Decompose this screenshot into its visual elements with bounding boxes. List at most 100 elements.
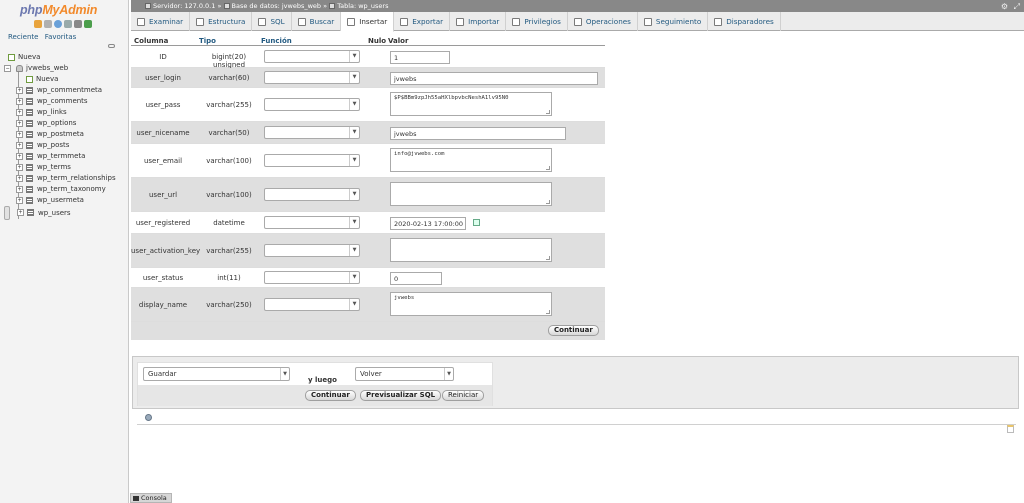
tab-triggers[interactable]: Disparadores (708, 12, 781, 31)
resize-grip-icon[interactable] (546, 256, 550, 260)
breadcrumb-server[interactable]: Servidor: 127.0.0.1 (153, 2, 215, 10)
recent-tab[interactable]: Reciente (8, 33, 38, 41)
resize-grip-icon[interactable] (546, 166, 550, 170)
value-input[interactable] (390, 238, 552, 262)
console-toggle[interactable]: Consola (130, 493, 172, 503)
tab-privileges[interactable]: Privilegios (506, 12, 568, 31)
tab-tracking[interactable]: Seguimiento (638, 12, 709, 31)
collapse-icon[interactable]: − (4, 65, 11, 72)
continue-button[interactable]: Continuar (548, 325, 599, 336)
value-input[interactable] (390, 182, 552, 206)
expand-icon[interactable]: + (16, 153, 23, 160)
chevron-down-icon: ▼ (349, 299, 359, 310)
calendar-icon[interactable] (473, 219, 480, 226)
resize-grip-icon[interactable] (546, 110, 550, 114)
function-select[interactable]: ▼ (264, 271, 360, 284)
function-select[interactable]: ▼ (264, 244, 360, 257)
function-select[interactable]: ▼ (264, 216, 360, 229)
tab-structure[interactable]: Estructura (190, 12, 253, 31)
server-icon (145, 3, 151, 9)
header-function[interactable]: Función (261, 37, 292, 45)
tab-insert[interactable]: Insertar (341, 12, 395, 32)
value-input[interactable]: info@jvwebs.com (390, 148, 552, 172)
tab-sql[interactable]: SQL (252, 12, 292, 31)
logout-icon[interactable] (44, 20, 52, 28)
tab-label: Examinar (149, 17, 184, 26)
expand-icon[interactable]: + (16, 98, 23, 105)
tab-export[interactable]: Exportar (394, 12, 451, 31)
resize-grip-icon[interactable] (546, 200, 550, 204)
function-select[interactable]: ▼ (264, 126, 360, 139)
insert-row-display-name: display_name varchar(250) ▼ jvwebs (131, 288, 605, 322)
tab-import[interactable]: Importar (450, 12, 507, 31)
settings-icon[interactable] (74, 20, 82, 28)
function-select[interactable]: ▼ (264, 188, 360, 201)
expand-icon[interactable]: + (16, 87, 23, 94)
tab-operations[interactable]: Operaciones (568, 12, 638, 31)
tree-table-wp-postmeta[interactable]: + wp_postmeta (4, 129, 128, 140)
sql-query-icon[interactable] (1007, 425, 1014, 433)
insert-row-user-nicename: user_nicename varchar(50) ▼ jvwebs (131, 122, 605, 144)
help-icon[interactable] (145, 414, 152, 421)
expand-icon[interactable]: + (16, 131, 23, 138)
value-input[interactable]: jvwebs (390, 72, 598, 85)
preview-sql-button[interactable]: Previsualizar SQL (360, 390, 442, 401)
expand-icon[interactable]: + (17, 209, 24, 216)
tree-table-wp-terms[interactable]: + wp_terms (4, 162, 128, 173)
tree-table-wp-posts[interactable]: + wp_posts (4, 140, 128, 151)
expand-icon[interactable]: + (16, 175, 23, 182)
after-action-select[interactable]: Volver ▼ (355, 367, 454, 381)
resize-grip-icon[interactable] (546, 310, 550, 314)
home-icon[interactable] (34, 20, 42, 28)
phpmyadmin-logo[interactable]: phpMyAdmin (20, 3, 97, 17)
tab-search[interactable]: Buscar (292, 12, 342, 31)
favorites-tab[interactable]: Favoritas (45, 33, 77, 41)
function-select[interactable]: ▼ (264, 98, 360, 111)
reload-icon[interactable] (84, 20, 92, 28)
value-input[interactable]: 1 (390, 51, 450, 64)
tree-table-wp-term-taxonomy[interactable]: + wp_term_taxonomy (4, 184, 128, 195)
value-input[interactable]: jvwebs (390, 292, 552, 316)
reset-button[interactable]: Reiniciar (442, 390, 485, 401)
function-select[interactable]: ▼ (264, 298, 360, 311)
breadcrumb-database[interactable]: Base de datos: jvwebs_web (232, 2, 322, 10)
logo-php-text: php (20, 3, 43, 17)
function-select[interactable]: ▼ (264, 71, 360, 84)
tree-table-wp-options[interactable]: + wp_options (4, 118, 128, 129)
tree-table-wp-users[interactable]: + wp_users (4, 206, 71, 220)
save-action-select[interactable]: Guardar ▼ (143, 367, 290, 381)
function-select[interactable]: ▼ (264, 154, 360, 167)
tree-table-wp-termmeta[interactable]: + wp_termmeta (4, 151, 128, 162)
export-icon (400, 17, 409, 26)
expand-icon[interactable]: + (16, 120, 23, 127)
expand-icon[interactable]: + (16, 142, 23, 149)
tree-table-wp-usermeta[interactable]: + wp_usermeta (4, 195, 128, 206)
tree-new-table[interactable]: Nueva (4, 74, 128, 85)
navigation-panel: phpMyAdmin Reciente Favoritas Nueva − jv… (0, 0, 129, 503)
function-select[interactable]: ▼ (264, 50, 360, 63)
help-icon[interactable] (54, 20, 62, 28)
docs-icon[interactable] (64, 20, 72, 28)
value-input[interactable]: jvwebs (390, 127, 566, 140)
value-input[interactable]: 2020-02-13 17:00:00 (390, 217, 466, 230)
breadcrumb-table[interactable]: Tabla: wp_users (337, 2, 388, 10)
expand-icon[interactable]: + (16, 109, 23, 116)
tree-new-database[interactable]: Nueva (4, 52, 128, 63)
header-type[interactable]: Tipo (199, 37, 216, 45)
link-with-main-icon[interactable] (108, 44, 115, 48)
bottom-continue-button[interactable]: Continuar (305, 390, 356, 401)
tree-table-wp-comments[interactable]: + wp_comments (4, 96, 128, 107)
value-input[interactable]: 0 (390, 272, 442, 285)
actions-box: Guardar ▼ y luego Volver ▼ Continuar Pre… (137, 362, 493, 421)
value-input[interactable]: $P$BBm9zpJh55aHXlbpvbcNeshA1lv95N0 (390, 92, 552, 116)
expand-icon[interactable]: + (16, 197, 23, 204)
expand-icon[interactable]: + (16, 164, 23, 171)
tree-table-wp-commentmeta[interactable]: + wp_commentmeta (4, 85, 128, 96)
tree-table-wp-term-relationships[interactable]: + wp_term_relationships (4, 173, 128, 184)
tab-browse[interactable]: Examinar (131, 12, 191, 31)
value-text: 0 (394, 275, 399, 283)
expand-icon[interactable]: + (16, 186, 23, 193)
tree-table-wp-links[interactable]: + wp_links (4, 107, 128, 118)
insert-table-header: Columna Tipo Función Nulo Valor (131, 36, 605, 46)
tree-database-jvwebs[interactable]: − jvwebs_web (4, 63, 128, 74)
